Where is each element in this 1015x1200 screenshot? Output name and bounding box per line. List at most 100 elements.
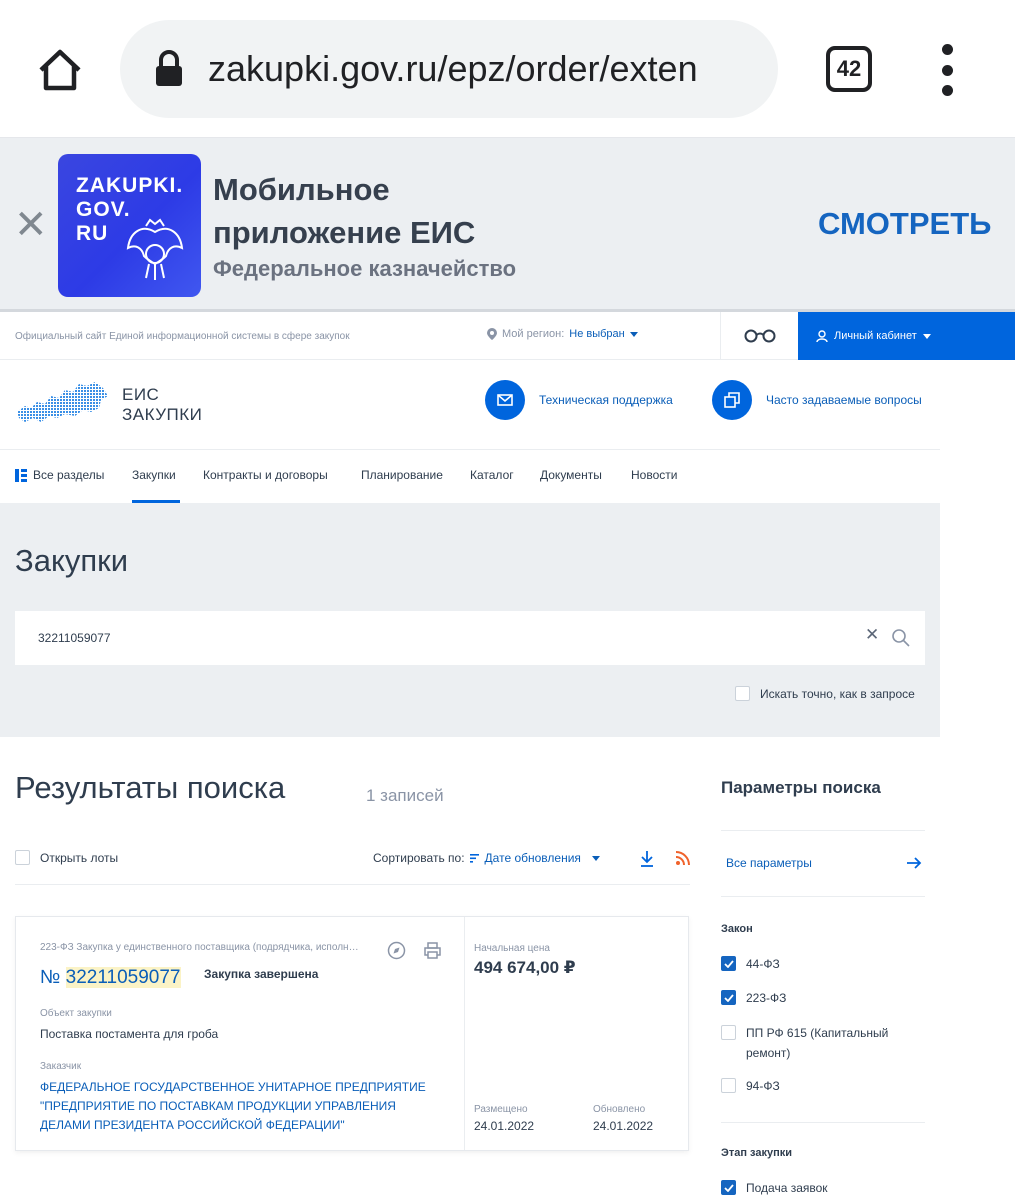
option-label: 44-ФЗ [746, 957, 780, 971]
purchase-type: 223-ФЗ Закупка у единственного поставщик… [40, 942, 360, 953]
placed-label: Размещено [474, 1104, 528, 1115]
stage-filter-title: Этап закупки [721, 1147, 793, 1159]
customer-link[interactable]: ФЕДЕРАЛЬНОЕ ГОСУДАРСТВЕННОЕ УНИТАРНОЕ ПР… [40, 1078, 440, 1135]
tech-support-label: Техническая поддержка [539, 393, 673, 407]
all-params-link[interactable]: Все параметры [726, 856, 812, 870]
status-badge: Закупка завершена [204, 967, 319, 981]
placed-date: 24.01.2022 [474, 1119, 535, 1133]
nav-item-catalog[interactable]: Каталог [470, 468, 514, 482]
purchase-number-link[interactable]: № 32211059077 [40, 967, 181, 989]
object-label: Объект закупки [40, 1008, 112, 1019]
price-label: Начальная цена [474, 943, 550, 954]
updated-date: 24.01.2022 [593, 1119, 654, 1133]
nav-item-news[interactable]: Новости [631, 468, 677, 482]
region-selector[interactable]: Мой регион: Не выбран [487, 328, 638, 340]
checkbox[interactable] [721, 1025, 736, 1040]
sections-icon [15, 468, 27, 482]
app-logo: ZAKUPKI. GOV. RU [58, 154, 201, 297]
browser-toolbar: zakupki.gov.ru/epz/order/exten 42 [0, 0, 1015, 138]
accessibility-glasses-icon[interactable] [720, 312, 798, 360]
more-menu-icon[interactable] [935, 44, 959, 96]
divider [721, 896, 925, 897]
app-logo-text: ZAKUPKI. [76, 174, 184, 197]
russia-map-logo[interactable] [15, 378, 110, 428]
exact-search-checkbox[interactable]: Искать точно, как в запросе [735, 686, 915, 701]
stage-option-bidding[interactable]: Подача заявок [721, 1178, 921, 1198]
home-icon[interactable] [30, 40, 90, 100]
checkbox-checked[interactable] [721, 956, 736, 971]
search-section: Закупки 32211059077 ✕ Искать точно, как … [0, 503, 940, 737]
view-app-button[interactable]: СМОТРЕТЬ [818, 206, 991, 242]
option-label: 94-ФЗ [746, 1079, 780, 1093]
sort-icon [469, 854, 479, 863]
location-pin-icon [487, 328, 497, 340]
number-prefix: № [40, 967, 61, 988]
divider [721, 1122, 925, 1123]
arrow-right-icon[interactable] [905, 854, 923, 872]
nav-all-sections[interactable]: Все разделы [15, 468, 104, 482]
banner-title: Мобильное [213, 172, 390, 207]
updated-label: Обновлено [593, 1104, 646, 1115]
divider [721, 830, 925, 831]
address-bar[interactable]: zakupki.gov.ru/epz/order/exten [120, 20, 778, 118]
search-params-title: Параметры поиска [721, 778, 881, 797]
chevron-down-icon [591, 855, 600, 861]
lock-icon [153, 50, 185, 88]
option-label: 223-ФЗ [746, 991, 787, 1005]
sort-value: Дате обновления [484, 851, 581, 865]
close-icon[interactable]: ✕ [14, 202, 48, 248]
sort-control[interactable]: Сортировать по: Дате обновления [373, 851, 600, 865]
sort-label: Сортировать по: [373, 851, 465, 865]
nav-item-documents[interactable]: Документы [540, 468, 602, 482]
banner-title: приложение ЕИС [213, 215, 476, 250]
checkbox-checked[interactable] [721, 990, 736, 1005]
chevron-down-icon [922, 333, 931, 339]
mail-icon [485, 380, 525, 420]
purchase-card: 223-ФЗ Закупка у единственного поставщик… [15, 916, 689, 1151]
checkbox[interactable] [15, 850, 30, 865]
law-option-223fz[interactable]: 223-ФЗ [721, 988, 921, 1008]
banner-subtitle: Федеральное казначейство [213, 256, 517, 281]
eagle-emblem-icon [126, 218, 184, 280]
law-option-pp615[interactable]: ПП РФ 615 (Капитальный ремонт) [721, 1023, 921, 1063]
faq-label: Часто задаваемые вопросы [766, 393, 922, 407]
checkbox-checked[interactable] [721, 1180, 736, 1195]
checkbox[interactable] [735, 686, 750, 701]
nav-item-contracts[interactable]: Контракты и договоры [203, 468, 328, 482]
logo-text: ЗАКУПКИ [122, 405, 203, 424]
divider [15, 884, 690, 885]
rss-icon[interactable] [676, 851, 690, 865]
nav-item-planning[interactable]: Планирование [361, 468, 443, 482]
open-lots-checkbox[interactable]: Открыть лоты [15, 850, 118, 865]
region-label: Мой регион: [502, 328, 565, 340]
url-text: zakupki.gov.ru/epz/order/exten [208, 48, 698, 89]
option-label: ПП РФ 615 (Капитальный ремонт) [746, 1026, 889, 1060]
law-option-94fz[interactable]: 94-ФЗ [721, 1076, 921, 1096]
law-option-44fz[interactable]: 44-ФЗ [721, 954, 921, 974]
clear-icon[interactable]: ✕ [865, 625, 879, 645]
tab-switcher-button[interactable]: 42 [826, 46, 872, 92]
download-icon[interactable] [639, 850, 655, 868]
app-install-banner: ✕ ZAKUPKI. GOV. RU Мобильное приложение … [0, 138, 1015, 312]
checkbox[interactable] [721, 1078, 736, 1093]
main-nav: Все разделы Закупки Контракты и договоры… [0, 450, 940, 503]
results-count: 1 записей [366, 786, 444, 805]
chevron-down-icon [629, 331, 638, 337]
region-value: Не выбран [569, 328, 625, 340]
copy-icon [712, 380, 752, 420]
customer-label: Заказчик [40, 1061, 82, 1072]
purchase-number: 32211059077 [65, 967, 181, 988]
search-icon[interactable] [891, 628, 911, 648]
faq-link[interactable]: Часто задаваемые вопросы [712, 380, 922, 420]
nav-item-purchases[interactable]: Закупки [132, 468, 176, 482]
search-value: 32211059077 [38, 631, 111, 645]
print-icon[interactable] [423, 941, 442, 960]
object-value: Поставка постамента для гроба [40, 1027, 219, 1041]
personal-cabinet-button[interactable]: Личный кабинет [798, 312, 1015, 360]
compass-icon[interactable] [387, 941, 406, 960]
tech-support-link[interactable]: Техническая поддержка [485, 380, 673, 420]
cabinet-label: Личный кабинет [834, 330, 917, 342]
search-input[interactable]: 32211059077 ✕ [15, 611, 925, 665]
exact-search-label: Искать точно, как в запросе [760, 686, 915, 701]
nav-label: Все разделы [33, 468, 105, 482]
